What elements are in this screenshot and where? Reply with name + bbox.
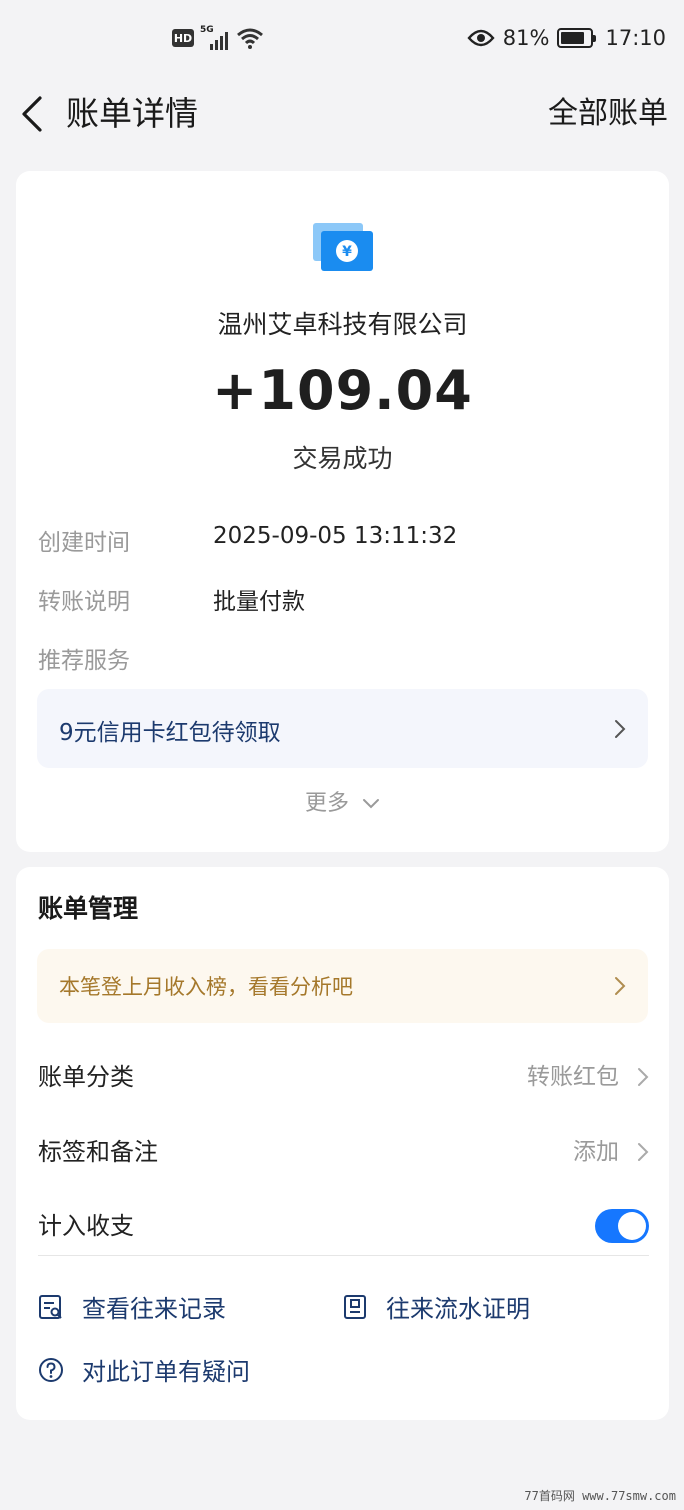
- section-title: 账单管理: [38, 894, 139, 923]
- transaction-amount: +109.04: [212, 359, 473, 422]
- status-right: 81% 17:10: [467, 26, 666, 50]
- chevron-right-icon: [638, 1068, 649, 1086]
- battery-percent: 81%: [502, 26, 550, 50]
- view-records-link[interactable]: 查看往来记录: [38, 1289, 226, 1324]
- chevron-down-icon: [363, 799, 379, 809]
- category-value: 转账红包: [527, 1064, 619, 1090]
- clock: 17:10: [605, 26, 666, 50]
- more-label: 更多: [304, 791, 349, 816]
- status-bar: HD 5G 81% 17:10: [0, 0, 684, 82]
- status-left: HD 5G: [172, 26, 264, 50]
- view-records-label: 查看往来记录: [82, 1295, 226, 1323]
- more-toggle[interactable]: 更多: [16, 785, 669, 817]
- question-label: 对此订单有疑问: [82, 1358, 250, 1386]
- chevron-right-icon: [638, 1143, 649, 1161]
- count-toggle[interactable]: [595, 1209, 649, 1243]
- svg-text:¥: ¥: [342, 244, 352, 260]
- question-icon: [39, 1357, 63, 1382]
- chevron-right-icon: [615, 720, 626, 738]
- promo-text: 9元信用卡红包待领取: [59, 720, 281, 746]
- document-icon: [344, 1294, 366, 1319]
- nav-bar: 账单详情 全部账单: [0, 82, 684, 146]
- records-icon: [39, 1294, 62, 1319]
- tags-value: 添加: [573, 1139, 619, 1165]
- transaction-status: 交易成功: [292, 444, 393, 473]
- page-title: 账单详情: [66, 94, 198, 133]
- detail-label: 推荐服务: [38, 648, 130, 674]
- cellular-signal-icon: 5G: [200, 26, 230, 50]
- detail-label: 转账说明: [38, 589, 130, 615]
- question-link[interactable]: 对此订单有疑问: [38, 1352, 250, 1387]
- all-bills-button[interactable]: 全部账单: [548, 92, 668, 136]
- detail-value: 批量付款: [213, 589, 305, 615]
- divider: [38, 1255, 649, 1256]
- wifi-icon: [237, 28, 263, 49]
- tags-row[interactable]: 标签和备注 添加: [38, 1132, 649, 1172]
- transfer-yuan-icon: ¥: [313, 223, 373, 271]
- count-label: 计入收支: [38, 1212, 134, 1240]
- detail-label: 创建时间: [38, 530, 130, 556]
- tags-label: 标签和备注: [38, 1138, 158, 1166]
- detail-value: 2025-09-05 13:11:32: [213, 523, 458, 549]
- transaction-card: ¥ 温州艾卓科技有限公司 +109.04 交易成功 创建时间 2025-09-0…: [16, 171, 669, 852]
- flow-proof-link[interactable]: 往来流水证明: [342, 1289, 530, 1324]
- chevron-right-icon: [615, 977, 626, 995]
- bill-management-card: 账单管理 本笔登上月收入榜，看看分析吧 账单分类 转账红包 标签和备注 添加 计…: [16, 867, 669, 1420]
- flow-proof-label: 往来流水证明: [386, 1295, 530, 1323]
- back-arrow-icon[interactable]: [18, 94, 48, 134]
- insight-text: 本笔登上月收入榜，看看分析吧: [59, 975, 353, 999]
- battery-icon: [557, 28, 597, 48]
- watermark: 77首码网 www.77smw.com: [524, 1489, 676, 1503]
- hd-badge: HD: [172, 29, 194, 47]
- merchant-name: 温州艾卓科技有限公司: [217, 310, 468, 339]
- count-row: 计入收支: [38, 1206, 649, 1246]
- promo-banner[interactable]: 9元信用卡红包待领取: [37, 689, 648, 768]
- insight-banner[interactable]: 本笔登上月收入榜，看看分析吧: [37, 949, 648, 1023]
- eye-icon: [467, 29, 495, 47]
- category-label: 账单分类: [38, 1063, 134, 1091]
- category-row[interactable]: 账单分类 转账红包: [38, 1057, 649, 1097]
